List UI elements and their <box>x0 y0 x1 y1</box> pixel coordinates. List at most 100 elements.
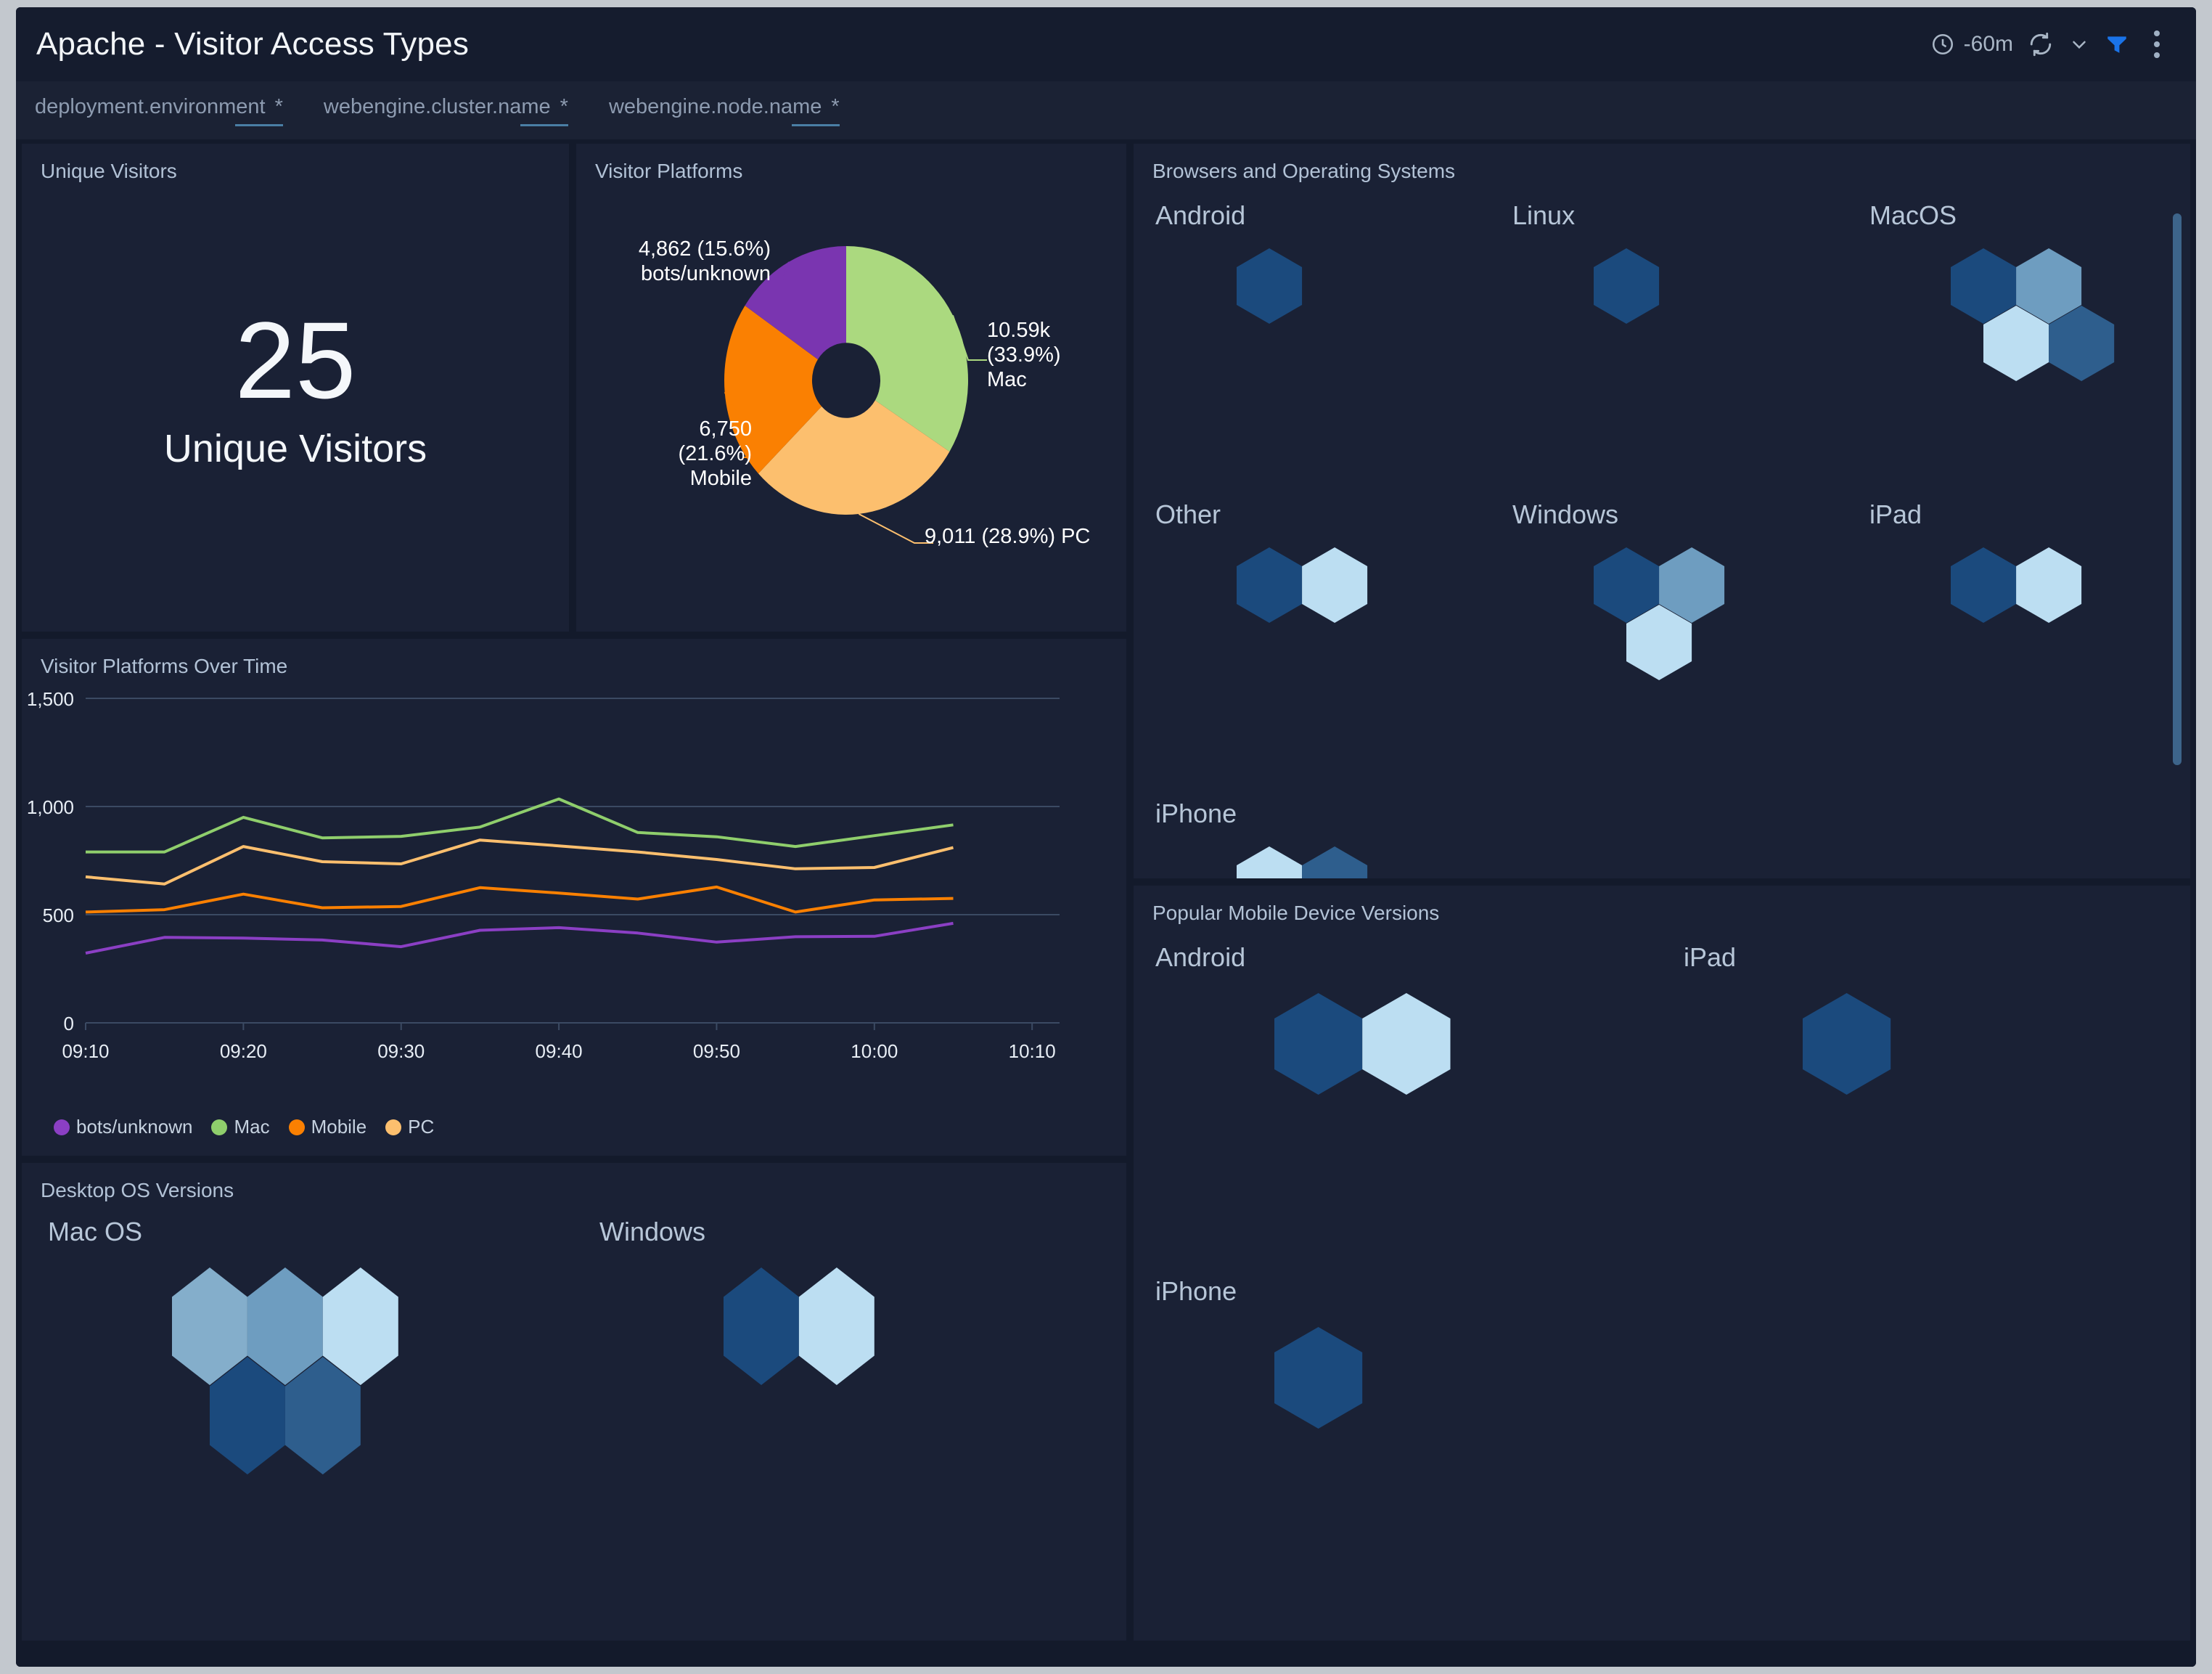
filter-button[interactable] <box>2097 7 2137 81</box>
pie-slice-label-pc: 9,011 (28.9%) PC <box>925 525 1090 548</box>
hex-group-ipad: iPad <box>1869 499 2082 623</box>
filter-label: deployment.environment <box>35 94 266 118</box>
x-axis-tick-label: 10:10 <box>1009 1040 1056 1062</box>
pie-slice-label-mac: 10.59k (33.9%) Mac <box>987 319 1061 391</box>
hex-cluster[interactable] <box>1948 544 2118 648</box>
hex-group-android: Android <box>1155 200 1303 324</box>
hex-tile[interactable] <box>1951 547 2017 623</box>
hex-group-iphone: iPhone <box>1155 799 1368 878</box>
visitor-platforms-pie-chart[interactable]: 10.59k (33.9%) Mac 9,011 (28.9%) PC 6,750 (21… <box>576 183 1126 618</box>
hex-cluster[interactable] <box>1271 1324 1411 1461</box>
hex-tile[interactable] <box>1237 846 1303 878</box>
hex-tile[interactable] <box>799 1267 874 1385</box>
time-range-label: -60m <box>1963 32 2013 56</box>
hex-group-windows: Windows <box>599 1217 874 1385</box>
hex-cluster[interactable] <box>1271 990 1499 1127</box>
metric-label: Unique Visitors <box>163 427 427 470</box>
hex-tile[interactable] <box>1803 993 1891 1095</box>
hex-cluster[interactable] <box>1234 844 1404 878</box>
hex-group-label: iPhone <box>1155 799 1237 828</box>
filter-label: webengine.cluster.name <box>323 94 551 118</box>
refresh-button[interactable] <box>2020 7 2061 81</box>
hex-cluster[interactable] <box>1800 990 1939 1127</box>
dashboard-app: Apache - Visitor Access Types -60m deplo… <box>16 7 2196 1667</box>
panel-visitor-platforms-over-time: Visitor Platforms Over Time 0 500 1,000 1,5… <box>22 639 1126 1156</box>
pie-chart-area: 10.59k (33.9%) Mac 9,011 (28.9%) PC 6,750 (21… <box>576 183 1126 624</box>
legend-item-pc[interactable]: PC <box>385 1116 434 1138</box>
filter-deployment-environment[interactable]: deployment.environment * <box>35 95 283 126</box>
more-vertical-icon <box>2144 30 2170 58</box>
required-marker: * <box>560 94 568 118</box>
required-marker: * <box>831 94 840 118</box>
panel-visitor-platforms: Visitor Platforms 10.59k (33.9%) Mac 9,011 … <box>576 144 1126 632</box>
hex-tile[interactable] <box>1302 846 1368 878</box>
hex-tile[interactable] <box>724 1267 800 1385</box>
legend-color-swatch <box>288 1119 305 1135</box>
hex-tile[interactable] <box>1302 547 1368 623</box>
line-series-mobile <box>85 885 954 914</box>
hex-tile[interactable] <box>1274 993 1363 1095</box>
legend-item-mobile[interactable]: Mobile <box>288 1116 366 1138</box>
metric-value: 25 <box>234 299 356 421</box>
line-series-bots-unknown <box>85 921 954 955</box>
y-axis-tick-label: 1,500 <box>27 688 74 710</box>
hex-cluster[interactable] <box>1948 245 2118 408</box>
scrollbar-thumb[interactable] <box>2173 213 2182 765</box>
hex-cluster[interactable] <box>169 1265 441 1514</box>
pie-leader-line <box>858 513 933 544</box>
legend-color-swatch <box>54 1119 70 1135</box>
pie-slice-label-mobile: 6,750 (21.6%) Mobile <box>678 417 752 490</box>
hex-group-iphone: iPhone <box>1155 1276 1363 1429</box>
filter-webengine-node-name[interactable]: webengine.node.name * <box>609 95 840 126</box>
app-header: Apache - Visitor Access Types -60m <box>16 7 2196 81</box>
panel-title: Visitor Platforms <box>595 160 743 182</box>
refresh-interval-dropdown[interactable] <box>2061 7 2097 81</box>
hex-group-label: Windows <box>1512 499 1619 529</box>
hex-tile[interactable] <box>1274 1327 1363 1429</box>
hex-group-label: Other <box>1155 499 1221 529</box>
header-toolbar: -60m <box>1923 7 2177 81</box>
legend-item-mac[interactable]: Mac <box>211 1116 270 1138</box>
x-axis-tick-label: 10:00 <box>851 1040 898 1062</box>
required-marker: * <box>274 94 283 118</box>
filter-bar: deployment.environment * webengine.clust… <box>16 81 2196 139</box>
hex-tile[interactable] <box>1237 248 1303 324</box>
filter-underline <box>791 123 840 126</box>
hex-group-ipad: iPad <box>1684 942 1891 1095</box>
hex-group-label: Windows <box>599 1217 706 1246</box>
hex-group-other: Other <box>1155 499 1368 623</box>
line-series-pc <box>85 838 954 886</box>
hex-group-label: Mac OS <box>48 1217 143 1246</box>
legend-label: Mac <box>234 1116 270 1138</box>
hex-group-label: iPad <box>1684 942 1737 972</box>
browsers-panel-scrollbar[interactable] <box>2171 187 2183 871</box>
hex-tile[interactable] <box>2016 547 2082 623</box>
hex-cluster[interactable] <box>1234 544 1404 648</box>
time-range-button[interactable]: -60m <box>1923 7 2020 81</box>
panel-title: Desktop OS Versions <box>41 1179 234 1201</box>
hex-group-linux: Linux <box>1512 200 1660 324</box>
panel-title: Browsers and Operating Systems <box>1152 160 1456 182</box>
visitor-platforms-line-chart[interactable]: 0 500 1,000 1,500 09:10 09:20 09:30 09:40 09:50 1… <box>22 678 1126 1114</box>
metric-display: 25 Unique Visitors <box>22 170 569 607</box>
hex-tile[interactable] <box>1594 248 1660 324</box>
x-axis-tick-label: 09:20 <box>220 1040 267 1062</box>
more-options-button[interactable] <box>2137 7 2177 81</box>
hex-group-container-mobile: Android iPad iPhone <box>1134 925 2190 1635</box>
line-chart-area: 0 500 1,000 1,500 09:10 09:20 09:30 09:40 09:50 1… <box>22 678 1126 1151</box>
y-axis-tick-label: 500 <box>43 905 74 926</box>
filter-underline <box>520 123 568 126</box>
hex-cluster[interactable] <box>1591 245 1696 349</box>
hex-tile[interactable] <box>1362 993 1451 1095</box>
clock-icon <box>1930 32 1955 57</box>
chevron-down-icon <box>2068 33 2090 55</box>
hex-tile[interactable] <box>1237 547 1303 623</box>
panel-unique-visitors: Unique Visitors 25 Unique Visitors <box>22 144 569 632</box>
hex-cluster[interactable] <box>1591 544 1761 707</box>
x-axis-tick-label: 09:40 <box>536 1040 583 1062</box>
hex-cluster[interactable] <box>721 1265 917 1422</box>
x-axis-tick-label: 09:50 <box>693 1040 740 1062</box>
hex-cluster[interactable] <box>1234 245 1339 349</box>
filter-webengine-cluster-name[interactable]: webengine.cluster.name * <box>324 95 568 126</box>
legend-item-bots-unknown[interactable]: bots/unknown <box>54 1116 192 1138</box>
